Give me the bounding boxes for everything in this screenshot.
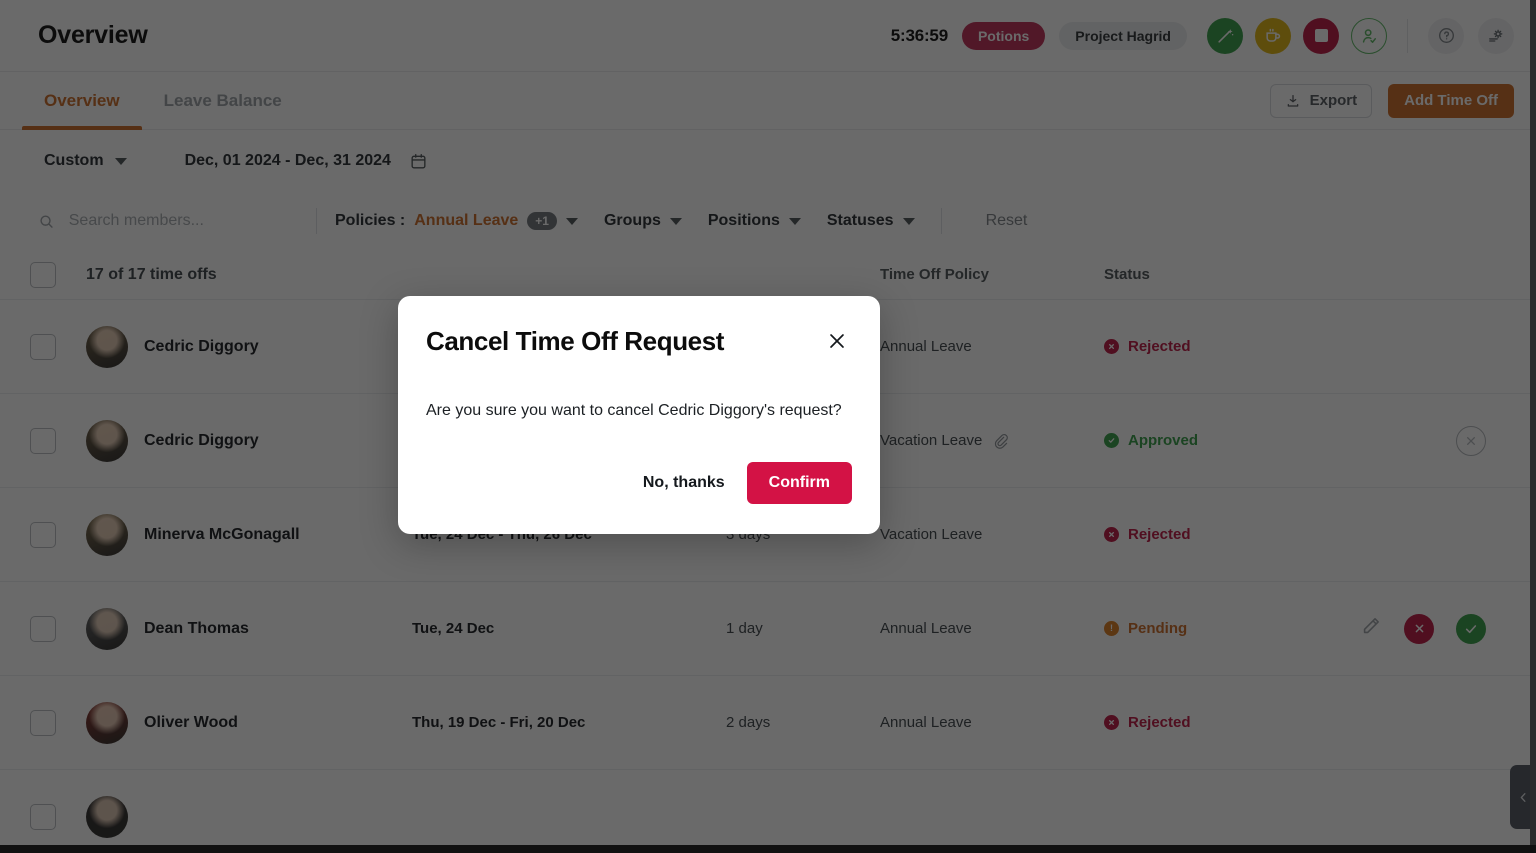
- viewport-bottom-edge: [0, 845, 1536, 853]
- confirm-button[interactable]: Confirm: [746, 462, 852, 504]
- close-dialog-button[interactable]: [822, 326, 852, 356]
- dialog-message: Are you sure you want to cancel Cedric D…: [426, 402, 842, 419]
- cancel-time-off-dialog: Cancel Time Off Request Are you sure you…: [398, 296, 880, 534]
- close-icon: [830, 334, 844, 348]
- page-scrollbar[interactable]: [1530, 0, 1536, 853]
- no-thanks-button[interactable]: No, thanks: [637, 464, 731, 502]
- dialog-title: Cancel Time Off Request: [426, 326, 725, 356]
- dialog-actions: No, thanks Confirm: [426, 462, 852, 504]
- dialog-header: Cancel Time Off Request: [426, 326, 852, 357]
